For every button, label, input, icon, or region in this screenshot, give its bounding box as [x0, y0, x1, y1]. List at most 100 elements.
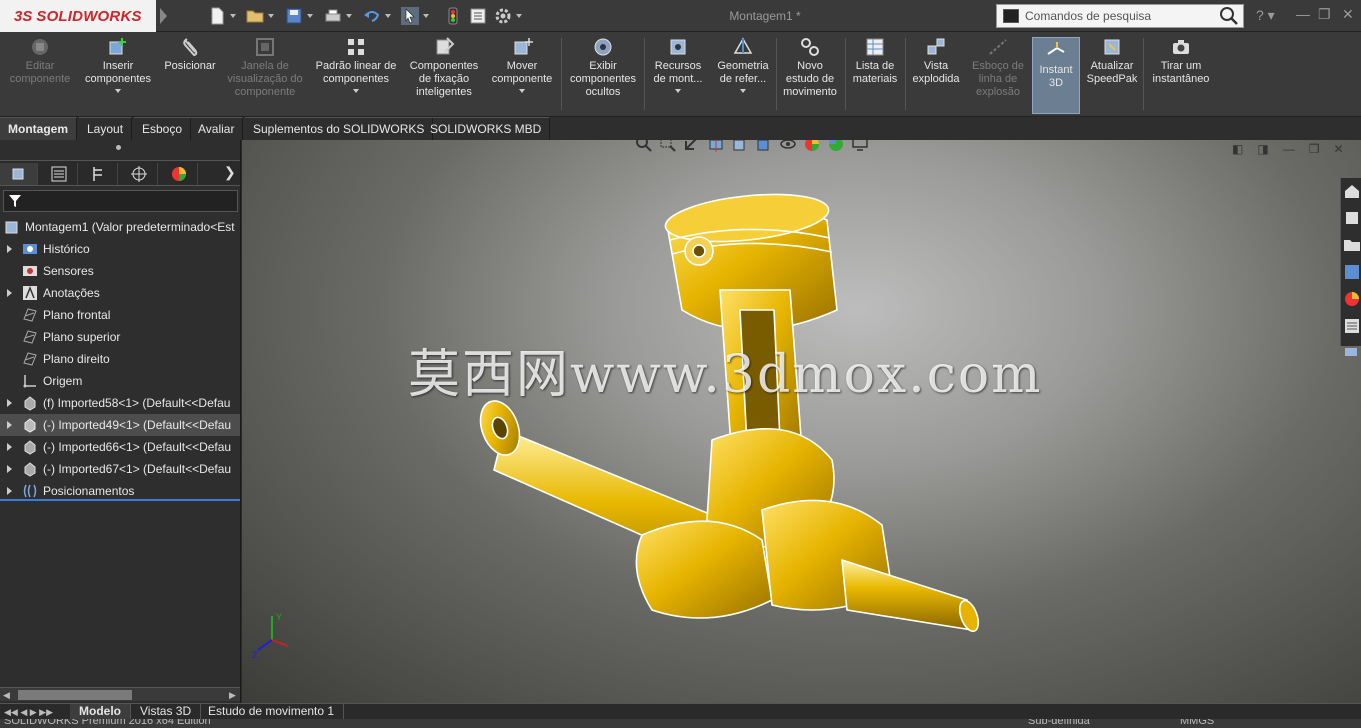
close-window-icon[interactable]: ✕ — [1342, 6, 1354, 23]
smart-fasteners-button[interactable]: Componentes de fixação inteligentes — [404, 36, 484, 99]
triad-y-label: Y — [276, 612, 282, 622]
scrollbar-thumb[interactable] — [18, 690, 132, 700]
expand-arrow-icon[interactable] — [7, 245, 12, 253]
crankshaft-piston-assembly-model[interactable] — [242, 140, 1361, 703]
file-explorer-icon[interactable] — [1343, 236, 1361, 254]
move-component-button[interactable]: Mover componente — [488, 36, 556, 93]
manager-tabs-more-icon[interactable]: ❯ — [224, 164, 236, 181]
scroll-left-icon[interactable]: ◀ — [3, 690, 10, 701]
show-hidden-components-button[interactable]: Exibir componentes ocultos — [566, 36, 640, 99]
display-manager-tab[interactable] — [160, 163, 198, 185]
tree-item-anotacoes[interactable]: Anotações — [0, 282, 240, 304]
custom-properties-icon[interactable] — [1343, 317, 1361, 335]
model-view-tabs: ◀◀ ◀ ▶ ▶▶ Modelo Vistas 3D Estudo de mov… — [0, 703, 1361, 720]
home-icon[interactable] — [1343, 182, 1361, 200]
coordinate-triad: Y Z — [252, 612, 289, 660]
file-properties-button[interactable] — [469, 5, 487, 27]
tab-avaliar[interactable]: Avaliar — [190, 117, 244, 140]
exploded-view-button[interactable]: Vista explodida — [909, 36, 963, 86]
instant-3d-button[interactable]: Instant 3D — [1032, 37, 1080, 114]
options-button[interactable] — [494, 5, 522, 27]
edit-component-button[interactable]: Editar componente — [6, 36, 74, 86]
tree-item-imported49[interactable]: (-) Imported49<1> (Default<<Defau — [0, 414, 240, 436]
take-snapshot-button[interactable]: Tirar um instantâneo — [1147, 36, 1215, 86]
save-button[interactable] — [285, 5, 313, 27]
expand-arrow-icon[interactable] — [7, 443, 12, 451]
tree-rollback-bar[interactable] — [0, 499, 240, 501]
expand-arrow-icon[interactable] — [7, 399, 12, 407]
scroll-right-icon[interactable]: ▶ — [229, 690, 236, 701]
bill-of-materials-label: Lista de materiais — [852, 60, 898, 85]
dimxpert-tab[interactable] — [120, 163, 158, 185]
command-search-box[interactable]: Comandos de pesquisa — [996, 4, 1244, 28]
linear-pattern-button[interactable]: Padrão linear de componentes — [310, 36, 402, 93]
search-icon[interactable] — [1219, 6, 1239, 26]
tree-filter-input[interactable] — [3, 190, 238, 212]
restore-window-icon[interactable]: ❐ — [1318, 6, 1331, 23]
select-button[interactable] — [401, 5, 429, 27]
tab-layout[interactable]: Layout — [79, 117, 133, 140]
forum-icon[interactable] — [1343, 344, 1361, 362]
tab-mbd[interactable]: SOLIDWORKS MBD — [422, 117, 551, 140]
tab-estudo-movimento[interactable]: Estudo de movimento 1 — [199, 704, 345, 720]
reference-geometry-dropdown-icon[interactable] — [740, 89, 746, 93]
tree-item-historico[interactable]: Histórico — [0, 238, 240, 260]
component-preview-button[interactable]: Janela de visualização do componente — [224, 36, 306, 99]
tree-item-sensores[interactable]: Sensores — [0, 260, 240, 282]
tree-item-plano-direito[interactable]: Plano direito — [0, 348, 240, 370]
open-button[interactable] — [246, 5, 274, 27]
print-button[interactable] — [324, 5, 352, 27]
feature-manager-tab[interactable] — [0, 163, 38, 185]
insert-components-button[interactable]: Inserir componentes — [80, 36, 156, 93]
pane-grip-icon[interactable] — [116, 145, 121, 150]
mate-label: Posicionar — [164, 60, 216, 72]
tab-montagem[interactable]: Montagem — [0, 117, 77, 140]
tree-item-imported67[interactable]: (-) Imported67<1> (Default<<Defau — [0, 458, 240, 480]
design-library-icon[interactable] — [1343, 209, 1361, 227]
menu-expand-arrow-icon[interactable] — [160, 8, 167, 24]
undo-button[interactable] — [363, 5, 391, 27]
appearances-icon[interactable] — [1343, 290, 1361, 308]
tab-scroll-arrows-icon[interactable]: ◀◀ ◀ ▶ ▶▶ — [4, 707, 53, 718]
explode-line-sketch-button[interactable]: Esboço de linha de explosão — [967, 36, 1029, 99]
expand-arrow-icon[interactable] — [7, 289, 12, 297]
new-document-button[interactable] — [208, 5, 236, 27]
tree-item-origem[interactable]: Origem — [0, 370, 240, 392]
expand-arrow-icon[interactable] — [7, 487, 12, 495]
update-speedpak-button[interactable]: Atualizar SpeedPak — [1084, 36, 1140, 86]
plane-icon — [23, 308, 37, 322]
move-component-dropdown-icon[interactable] — [519, 89, 525, 93]
minimize-window-icon[interactable]: — — [1296, 6, 1310, 22]
assembly-features-dropdown-icon[interactable] — [675, 89, 681, 93]
linear-pattern-dropdown-icon[interactable] — [353, 89, 359, 93]
tree-item-plano-superior[interactable]: Plano superior — [0, 326, 240, 348]
open-folder-icon — [246, 10, 264, 23]
reference-geometry-icon — [733, 37, 753, 54]
assembly-features-button[interactable]: Recursos de mont... — [648, 36, 708, 93]
graphics-area[interactable]: ◧ ◨ — ❐ ✕ 莫西网www.3dmox.com Y Z — [242, 140, 1361, 703]
tree-item-imported66[interactable]: (-) Imported66<1> (Default<<Defau — [0, 436, 240, 458]
insert-components-dropdown-icon[interactable] — [115, 89, 121, 93]
property-manager-tab[interactable] — [40, 163, 78, 185]
expand-arrow-icon[interactable] — [7, 465, 12, 473]
expand-arrow-icon[interactable] — [7, 421, 12, 429]
status-units[interactable]: MMGS — [1180, 719, 1214, 727]
mate-button[interactable]: Posicionar — [160, 36, 220, 73]
configuration-manager-tab[interactable] — [80, 163, 118, 185]
tree-horizontal-scrollbar[interactable]: ◀ ▶ — [0, 687, 240, 701]
reference-geometry-button[interactable]: Geometria de refer... — [712, 36, 774, 93]
help-button[interactable]: ? ▾ — [1256, 7, 1275, 24]
tree-item-imported58[interactable]: (f) Imported58<1> (Default<<Defau — [0, 392, 240, 414]
tab-suplementos[interactable]: Suplementos do SOLIDWORKS — [245, 117, 434, 140]
tree-root-assembly[interactable]: Montagem1 (Valor predeterminado<Est — [0, 216, 240, 238]
logo-name: SOLIDWORKS — [36, 7, 142, 25]
rebuild-button[interactable] — [444, 5, 462, 27]
view-palette-icon[interactable] — [1343, 263, 1361, 281]
bill-of-materials-button[interactable]: Lista de materiais — [849, 36, 901, 86]
tab-vistas-3d[interactable]: Vistas 3D — [131, 704, 202, 720]
tab-esboco[interactable]: Esboço — [134, 117, 192, 140]
tree-item-plano-frontal[interactable]: Plano frontal — [0, 304, 240, 326]
solidworks-logo[interactable]: 3S SOLIDWORKS — [0, 0, 156, 32]
new-motion-study-button[interactable]: Novo estudo de movimento — [780, 36, 840, 99]
tab-modelo[interactable]: Modelo — [70, 704, 131, 720]
